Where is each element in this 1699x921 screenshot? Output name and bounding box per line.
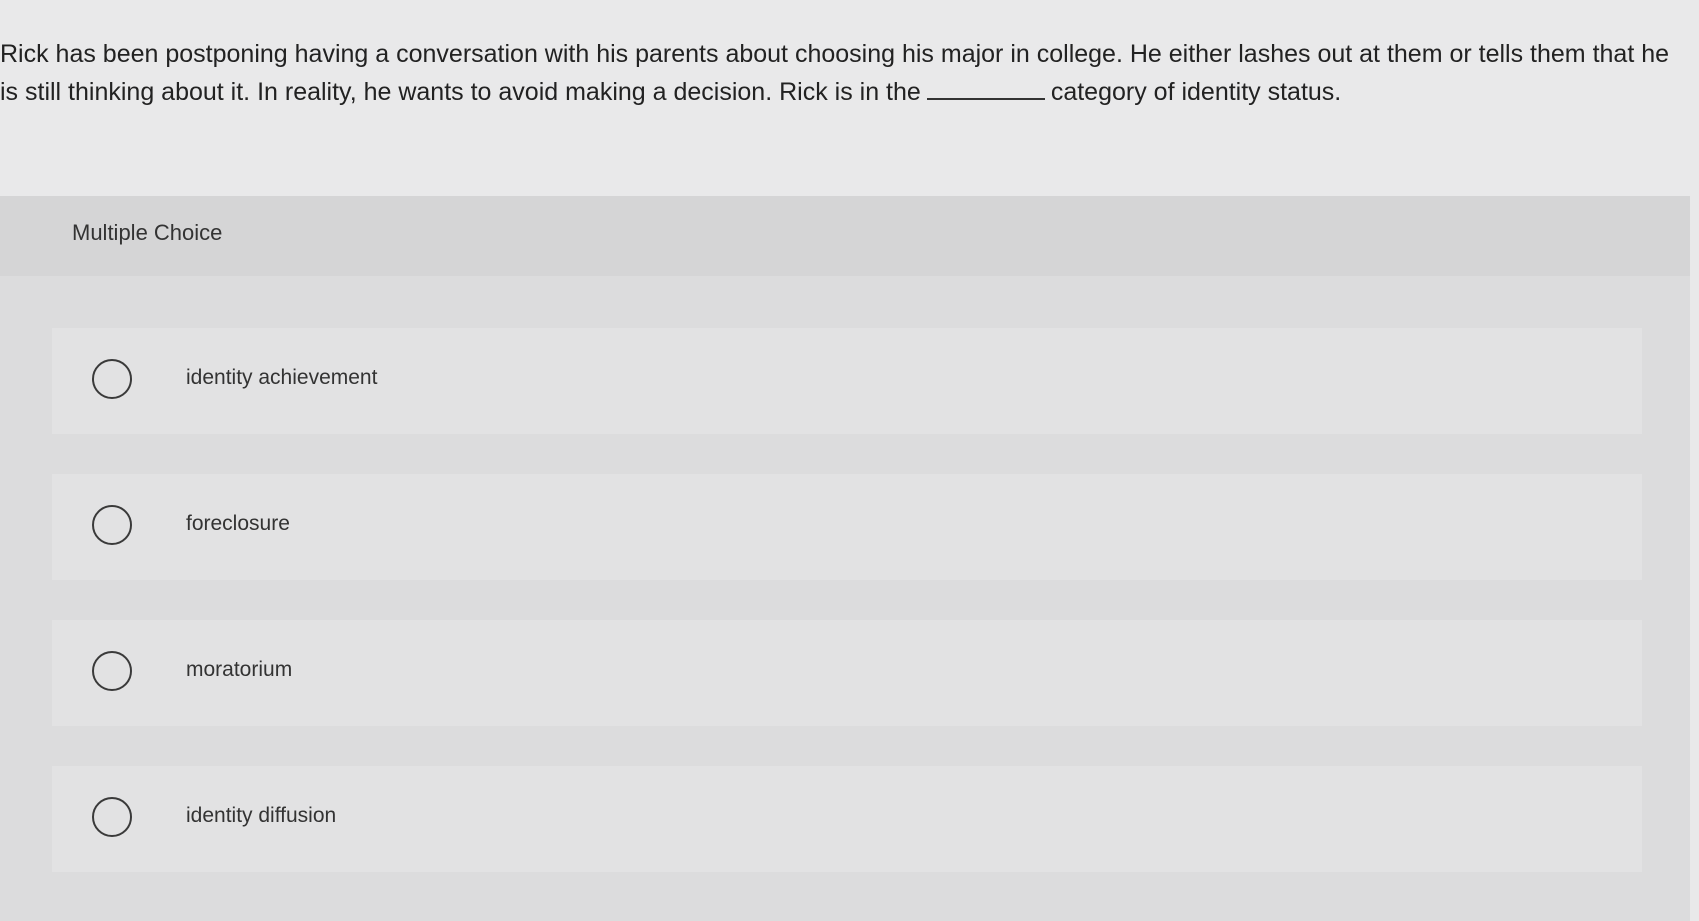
question-text-before: Rick has been postponing having a conver… — [0, 40, 1670, 106]
choice-label: foreclosure — [186, 512, 290, 535]
question-text-after: category of identity status. — [1050, 78, 1342, 106]
radio-unchecked-icon[interactable] — [92, 797, 132, 837]
choice-option-moratorium[interactable]: moratorium — [52, 620, 1642, 726]
choice-label: moratorium — [186, 658, 293, 681]
choice-list: identity achievement foreclosure morator… — [52, 328, 1642, 912]
panel-header: Multiple Choice — [0, 196, 1690, 276]
choice-label: identity diffusion — [186, 804, 337, 827]
multiple-choice-panel: Multiple Choice identity achievement for… — [0, 196, 1690, 921]
answer-blank — [926, 72, 1045, 100]
question-type-label: Multiple Choice — [72, 220, 223, 245]
choice-option-foreclosure[interactable]: foreclosure — [52, 474, 1642, 580]
radio-unchecked-icon[interactable] — [92, 359, 132, 399]
question-text: Rick has been postponing having a conver… — [0, 36, 1690, 110]
radio-unchecked-icon[interactable] — [92, 651, 132, 691]
choice-option-identity-diffusion[interactable]: identity diffusion — [52, 766, 1642, 872]
radio-unchecked-icon[interactable] — [92, 505, 132, 545]
choice-option-identity-achievement[interactable]: identity achievement — [52, 328, 1642, 434]
choice-label: identity achievement — [186, 366, 378, 389]
